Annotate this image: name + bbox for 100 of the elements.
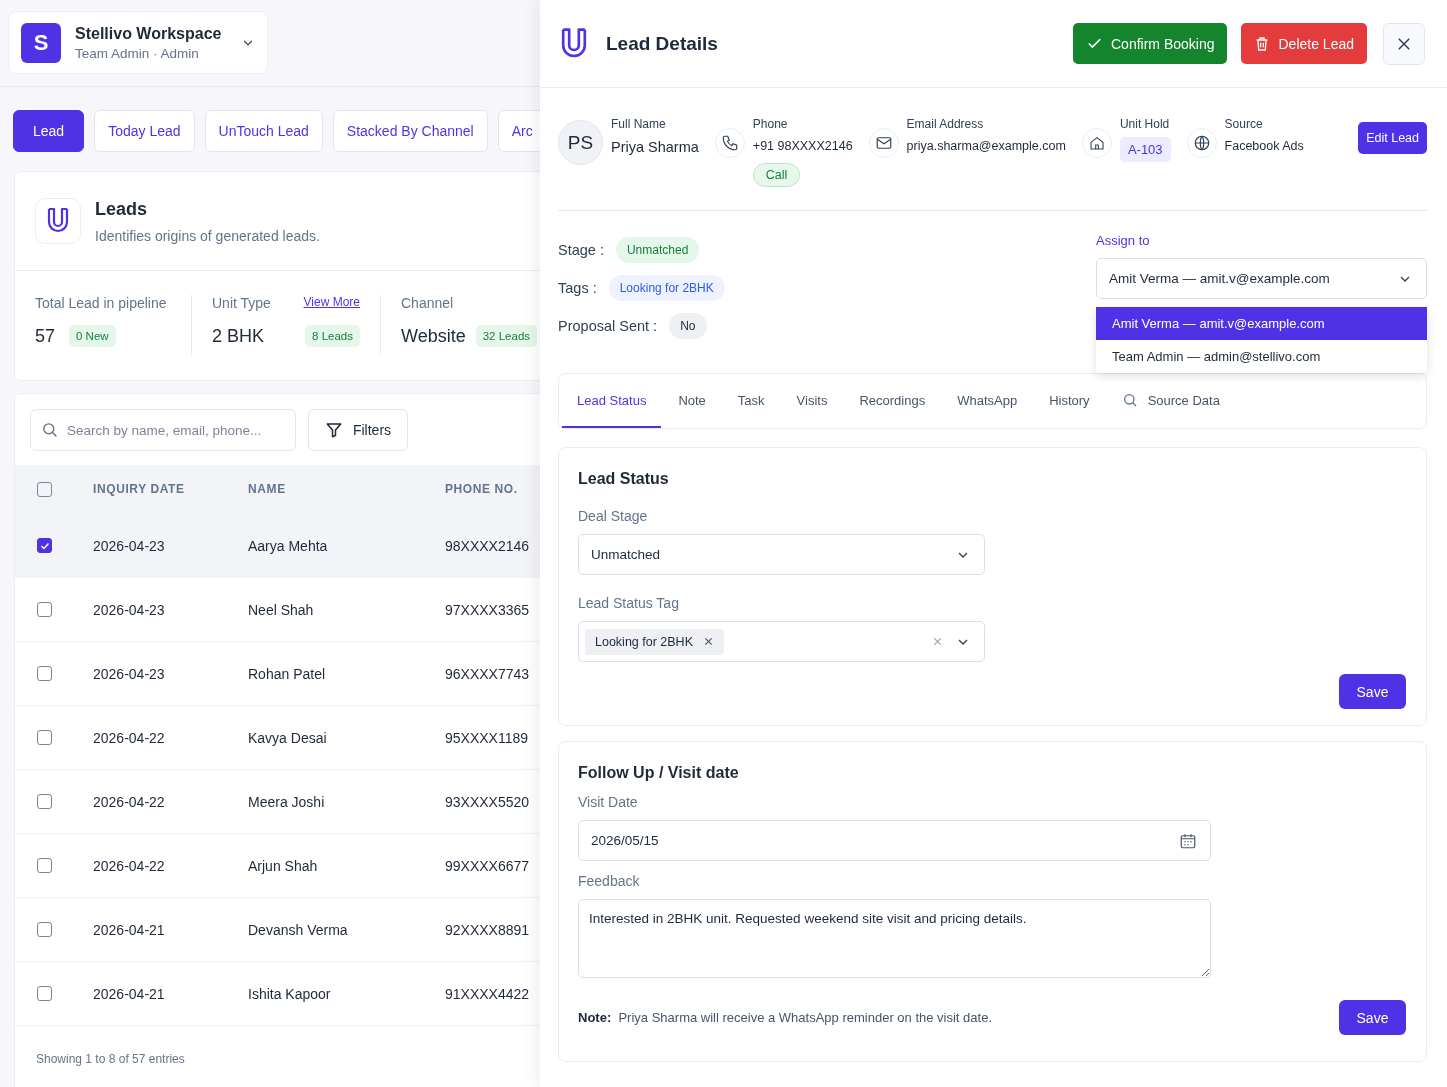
proposal-label: Proposal Sent :	[558, 318, 658, 334]
magnet-icon	[35, 198, 81, 244]
stage-label: Stage :	[558, 242, 604, 258]
stat-label: Channel	[401, 295, 454, 311]
search-icon	[1121, 392, 1138, 408]
dropdown-option[interactable]: Team Admin — admin@stellivo.com	[1096, 340, 1427, 373]
detail-tab[interactable]: Note	[663, 374, 721, 428]
card-title: Leads	[95, 198, 149, 220]
close-button[interactable]	[1383, 22, 1425, 65]
calendar-icon[interactable]	[1179, 831, 1197, 850]
deal-stage-select[interactable]: Unmatched	[578, 534, 985, 575]
feedback-field[interactable]: Interested in 2BHK unit. Requested weekend site visit and pricing details.	[578, 899, 1211, 978]
stage-badge: Unmatched	[615, 237, 700, 263]
detail-tab[interactable]: Lead Status	[562, 374, 662, 428]
column-header: NAME	[248, 482, 287, 496]
field-label: Visit Date	[578, 794, 639, 810]
table-cell-text: 2026-04-22	[93, 729, 166, 746]
detail-tab[interactable]: Recordings	[844, 374, 941, 428]
card-subtitle: Identifies origins of generated leads.	[95, 227, 320, 244]
stat-value: Website	[401, 325, 466, 347]
field-label: Lead Status Tag	[578, 595, 680, 611]
table-cell-text: 2026-04-21	[93, 985, 166, 1002]
search-icon	[41, 421, 58, 438]
detail-tab[interactable]: Visits	[781, 374, 843, 428]
table-cell-text: 2026-04-22	[93, 793, 166, 810]
stat-value: 57	[35, 325, 56, 347]
unit-badge: A-103	[1119, 137, 1171, 162]
table-cell-text: Rohan Patel	[248, 665, 327, 682]
row-checkbox[interactable]	[37, 986, 52, 1001]
filters-button[interactable]: Filters	[308, 409, 408, 451]
field-label: Source	[1224, 117, 1264, 131]
row-checkbox[interactable]	[37, 922, 52, 937]
detail-tab[interactable]: History	[1034, 374, 1105, 428]
row-checkbox[interactable]	[37, 538, 52, 553]
view-tab[interactable]: Today Lead	[94, 110, 195, 152]
field-label: Phone	[752, 117, 789, 131]
view-tab[interactable]: Stacked By Channel	[332, 110, 488, 152]
clear-icon[interactable]	[932, 636, 943, 647]
stat-label: Total Lead in pipeline	[35, 295, 167, 311]
filter-icon	[324, 421, 343, 439]
table-cell-text: Devansh Verma	[248, 921, 349, 938]
table-cell-text: 2026-04-23	[93, 665, 166, 682]
confirm-booking-button[interactable]: Confirm Booking	[1073, 23, 1228, 64]
field-label: Email Address	[906, 117, 985, 131]
phone-number: +91 98XXXX2146	[752, 139, 853, 153]
workspace-logo: S	[21, 22, 61, 63]
field-label: Unit Hold	[1119, 117, 1171, 131]
assign-dropdown[interactable]: Amit Verma — amit.v@example.com	[1096, 258, 1427, 299]
table-cell-text: 2026-04-23	[93, 601, 166, 618]
table-cell-text: Kavya Desai	[248, 729, 328, 746]
tag-select[interactable]: Looking for 2BHK	[578, 621, 985, 662]
avatar: PS	[558, 120, 603, 165]
count-badge: 8 Leads	[305, 325, 360, 347]
email-address: priya.sharma@example.com	[906, 139, 1066, 153]
count-badge: 32 Leads	[475, 325, 538, 347]
assign-label: Assign to	[1096, 233, 1151, 248]
lead-name: Priya Sharma	[611, 139, 699, 155]
detail-tab[interactable]: Source Data	[1106, 374, 1235, 428]
save-button[interactable]: Save	[1339, 1000, 1406, 1035]
table-cell-text: Ishita Kapoor	[248, 985, 332, 1002]
call-button[interactable]: Call	[752, 163, 801, 187]
row-checkbox[interactable]	[37, 858, 52, 873]
column-header: INQUIRY DATE	[93, 482, 186, 496]
table-cell-text: 96XXXX7743	[445, 665, 531, 682]
delete-lead-button[interactable]: Delete Lead	[1241, 23, 1367, 64]
table-cell-text: 99XXXX6677	[445, 857, 531, 874]
search-field[interactable]: Search by name, email, phone...	[30, 409, 296, 451]
detail-tab[interactable]: WhatsApp	[942, 374, 1033, 428]
save-button[interactable]: Save	[1339, 674, 1406, 709]
table-cell-text: Meera Joshi	[248, 793, 326, 810]
select-all-checkbox[interactable]	[37, 481, 52, 497]
count-badge: 0 New	[69, 325, 116, 347]
view-tab[interactable]: Lead	[13, 110, 85, 152]
view-tab[interactable]: UnTouch Lead	[204, 110, 323, 152]
tags-label: Tags :	[558, 280, 597, 296]
row-checkbox[interactable]	[37, 794, 52, 809]
row-checkbox[interactable]	[37, 666, 52, 681]
workspace-name: Stellivo Workspace	[75, 24, 223, 43]
dropdown-option[interactable]: Amit Verma — amit.v@example.com	[1096, 307, 1427, 340]
table-cell-text: 92XXXX8891	[445, 921, 531, 938]
edit-lead-button[interactable]: Edit Lead	[1358, 122, 1427, 154]
row-checkbox[interactable]	[37, 602, 52, 617]
table-cell-text: Arjun Shah	[248, 857, 319, 874]
view-tab[interactable]: Arc	[497, 110, 540, 152]
lead-source: Facebook Ads	[1224, 139, 1304, 153]
remove-icon[interactable]	[703, 636, 714, 647]
view-more-link[interactable]: View More	[303, 295, 360, 311]
detail-tab[interactable]: Task	[722, 374, 780, 428]
row-checkbox[interactable]	[37, 730, 52, 745]
table-cell-text: Aarya Mehta	[248, 537, 329, 554]
drawer-title: Lead Details	[606, 32, 718, 55]
column-header: PHONE NO.	[445, 482, 519, 496]
field-label: Feedback	[578, 873, 641, 889]
date-field[interactable]: 2026/05/15	[578, 820, 1211, 861]
workspace-switcher[interactable]: S Stellivo Workspace Team Admin · Admin	[8, 11, 268, 74]
table-cell-text: 91XXXX4422	[445, 985, 531, 1002]
workspace-role: Team Admin · Admin	[75, 45, 200, 61]
stat-label: Unit Type	[212, 295, 271, 311]
table-cell-text: 2026-04-23	[93, 537, 166, 554]
table-cell-text: 2026-04-22	[93, 857, 166, 874]
